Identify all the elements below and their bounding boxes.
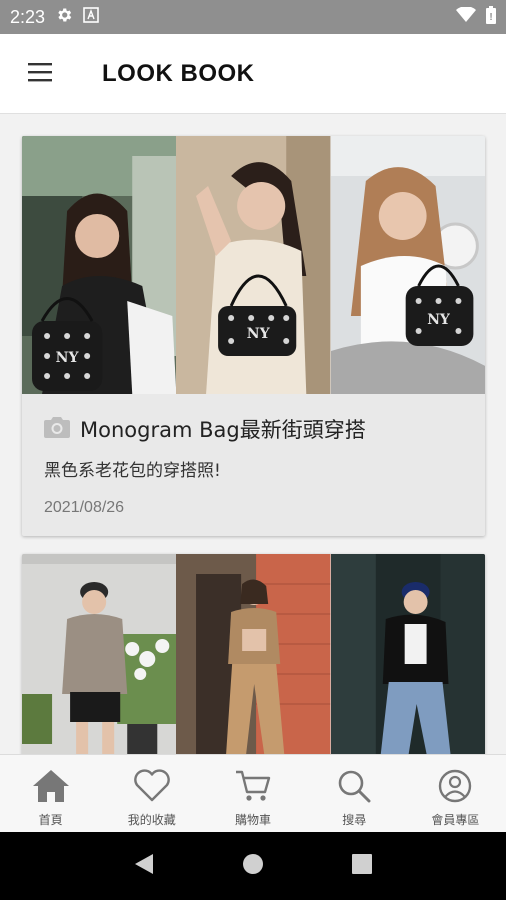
svg-text:!: ! <box>489 12 492 23</box>
lookbook-card[interactable] <box>22 554 485 754</box>
card-date: 2021/08/26 <box>44 499 125 516</box>
page-title: LOOK BOOK <box>102 59 255 87</box>
camera-icon <box>44 416 70 442</box>
status-bar: 2:23 ! <box>0 0 506 34</box>
lookbook-feed[interactable]: NY NY NY Monogram Bag最新街頭穿搭 黑色系老花包的穿搭照! … <box>0 114 506 754</box>
photo-strip: NY NY NY <box>22 136 485 394</box>
tab-label: 首頁 <box>38 813 63 827</box>
heart-icon <box>133 769 171 807</box>
tab-home[interactable]: 首頁 <box>0 755 101 832</box>
app-header: LOOK BOOK <box>0 34 506 114</box>
status-time: 2:23 <box>10 6 46 27</box>
lookbook-card[interactable]: NY NY NY Monogram Bag最新街頭穿搭 黑色系老花包的穿搭照! … <box>22 136 485 536</box>
photo-strip <box>22 554 485 754</box>
photo-woman-bucket-bag: NY <box>22 136 177 394</box>
back-icon[interactable] <box>133 852 155 880</box>
photo-woman-monogram-bag: NY <box>330 136 485 394</box>
user-icon <box>436 769 474 807</box>
svg-text:NY: NY <box>56 350 80 366</box>
photo-woman-beige-outfit <box>176 554 331 754</box>
menu-button[interactable] <box>0 34 80 114</box>
svg-text:NY: NY <box>247 326 271 342</box>
wifi-icon <box>456 6 476 27</box>
battery-icon: ! <box>486 6 496 28</box>
tab-cart[interactable]: 購物車 <box>202 755 303 832</box>
photo-woman-shoulder-bag: NY <box>176 136 331 394</box>
recents-icon[interactable] <box>351 853 373 879</box>
photo-woman-jeans-jacket <box>330 554 485 754</box>
tab-label: 會員專區 <box>431 813 480 827</box>
tab-search[interactable]: 搜尋 <box>304 755 405 832</box>
bottom-tab-bar: 首頁 我的收藏 購物車 搜尋 會員專區 <box>0 754 506 832</box>
tab-favorites[interactable]: 我的收藏 <box>101 755 202 832</box>
hamburger-menu-icon <box>28 62 52 86</box>
tab-label: 搜尋 <box>342 813 367 827</box>
home-circle-icon[interactable] <box>241 852 265 880</box>
cart-icon <box>234 769 272 807</box>
tab-label: 購物車 <box>235 813 272 827</box>
tab-label: 我的收藏 <box>127 813 176 827</box>
text-a-icon <box>83 7 99 27</box>
system-nav-bar <box>0 832 506 900</box>
card-title[interactable]: Monogram Bag最新街頭穿搭 <box>80 414 366 444</box>
tab-member[interactable]: 會員專區 <box>405 755 506 832</box>
gear-icon <box>55 6 73 28</box>
card-subtitle: 黑色系老花包的穿搭照! <box>44 461 221 481</box>
home-icon <box>32 769 70 807</box>
photo-woman-cap-sweater <box>22 554 177 754</box>
search-icon <box>335 769 373 807</box>
svg-text:NY: NY <box>427 312 451 328</box>
